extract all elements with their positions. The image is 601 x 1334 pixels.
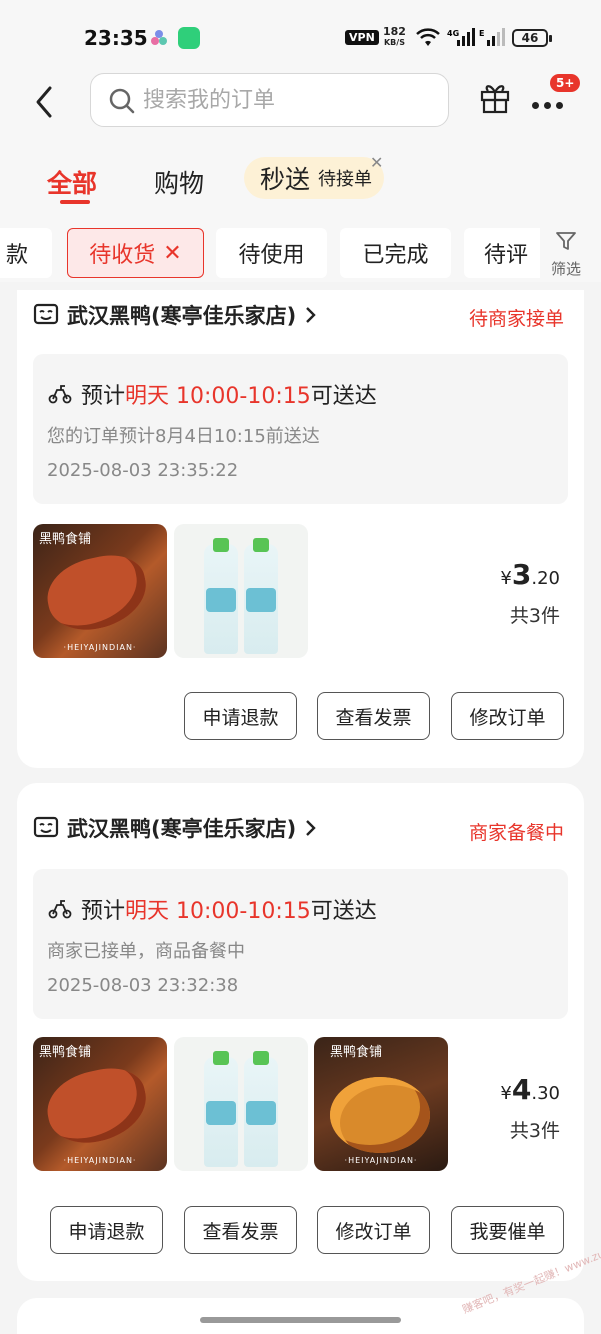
cellular-e-icon: E [479,28,505,46]
store-name: 武汉黑鸭(寒亭佳乐家店) [67,817,297,841]
gift-icon[interactable] [478,80,512,114]
network-speed-value: 182 [383,25,406,38]
invoice-button[interactable]: 查看发票 [184,1206,297,1254]
refund-button[interactable]: 申请退款 [184,692,297,740]
app-notification-icon-2 [178,27,200,49]
product-image-snack[interactable]: 黑鸭食铺 ·HEIYAJINDIAN· [314,1037,448,1171]
home-indicator[interactable] [200,1317,401,1323]
network-speed-unit: KB/S [383,38,405,47]
filter-chip-bar: 款 待收货 ✕ 待使用 已完成 待评 [0,228,540,280]
chevron-right-icon [306,820,316,836]
eta-time-range: 明天 10:00-10:15 [125,384,311,409]
product-image-water[interactable] [174,524,308,658]
notification-badge: 5+ [550,74,581,92]
order-card[interactable]: 武汉黑鸭(寒亭佳乐家店) 待商家接单 预计 明天 10:00-10:15 可送达… [17,290,584,768]
order-card[interactable]: 武汉黑鸭(寒亭佳乐家店) 商家备餐中 预计 明天 10:00-10:15 可送达… [17,783,584,1281]
order-status: 商家备餐中 [468,822,564,844]
store-icon [33,816,59,838]
delivery-eta-box: 预计 明天 10:00-10:15 可送达 您的订单预计8月4日10:15前送达… [33,354,568,504]
product-image-footer: ·HEIYAJINDIAN· [63,643,137,652]
filter-label: 筛选 [550,260,581,278]
tab-miaosong-label: 秒送 [260,165,311,194]
miaosong-close-icon[interactable]: ✕ [370,153,383,172]
tab-all[interactable]: 全部 [47,164,97,200]
price-amount: ¥3.20 [500,558,560,591]
chip-label: 待评 [484,243,529,268]
tab-miaosong-sub: 待接单 [318,169,373,190]
chip-to-use[interactable]: 待使用 [216,228,327,278]
eta-line: 预计 明天 10:00-10:15 可送达 [47,378,377,410]
product-image-brand: 黑鸭食铺 [39,1045,92,1060]
store-name: 武汉黑鸭(寒亭佳乐家店) [67,304,297,328]
eta-suffix: 可送达 [310,899,377,924]
chip-to-receive[interactable]: 待收货 ✕ [67,228,204,278]
battery-indicator: 46 [512,29,552,47]
chevron-right-icon [306,307,316,323]
tab-miaosong[interactable]: 秒送 待接单 [244,157,385,199]
filter-button[interactable]: 筛选 [546,230,586,279]
delivery-scooter-icon [48,385,72,404]
eta-prefix: 预计 [81,899,126,924]
modify-order-button[interactable]: 修改订单 [451,692,564,740]
refund-button[interactable]: 申请退款 [50,1206,163,1254]
header: 5+ 全部 购物 秒送 待接单 ✕ 款 待收货 ✕ 待使用 已完成 待评 筛选 [0,64,601,282]
store-link[interactable]: 武汉黑鸭(寒亭佳乐家店) [33,813,316,843]
item-count: 共3件 [509,605,560,627]
tab-all-underline [60,200,90,204]
chip-pending-payment[interactable]: 款 [0,228,52,278]
more-menu-button[interactable] [532,94,568,113]
chip-completed[interactable]: 已完成 [340,228,451,278]
vpn-indicator: VPN [345,30,379,45]
app-notification-icon [151,30,167,45]
chip-label: 待收货 [89,243,156,268]
back-arrow-icon[interactable] [32,84,58,120]
order-price: ¥3.20 共3件 [500,558,560,628]
order-time: 2025-08-03 23:32:38 [47,975,239,996]
product-image-duck[interactable]: 黑鸭食铺 ·HEIYAJINDIAN· [33,1037,167,1171]
search-icon [109,88,135,114]
cellular-4g-icon: 4G [447,28,475,46]
network-speed: 182 KB/S [383,25,406,48]
eta-note: 您的订单预计8月4日10:15前送达 [47,426,320,447]
search-input[interactable] [143,83,433,117]
eta-line: 预计 明天 10:00-10:15 可送达 [47,893,377,925]
chip-label: 待使用 [238,243,305,268]
urge-order-button[interactable]: 我要催单 [451,1206,564,1254]
chip-to-review[interactable]: 待评 [464,228,540,278]
delivery-scooter-icon [48,900,72,919]
delivery-eta-box: 预计 明天 10:00-10:15 可送达 商家已接单，商品备餐中 2025-0… [33,869,568,1019]
store-link[interactable]: 武汉黑鸭(寒亭佳乐家店) [33,300,316,330]
status-time: 23:35 [84,26,148,50]
order-price: ¥4.30 共3件 [500,1073,560,1143]
eta-suffix: 可送达 [310,384,377,409]
product-image-water[interactable] [174,1037,308,1171]
svg-text:4G: 4G [447,29,459,38]
chip-clear-icon[interactable]: ✕ [163,241,181,266]
modify-order-button[interactable]: 修改订单 [317,1206,430,1254]
product-image-brand: 黑鸭食铺 [39,532,92,547]
order-status: 待商家接单 [468,308,564,330]
chip-label: 款 [5,243,28,268]
store-icon [33,303,59,325]
product-image-brand: 黑鸭食铺 [330,1045,383,1060]
product-image-footer: ·HEIYAJINDIAN· [63,1156,137,1165]
wifi-icon [416,28,440,46]
search-box[interactable] [90,73,449,127]
tab-shopping[interactable]: 购物 [154,164,204,200]
order-time: 2025-08-03 23:35:22 [47,460,239,481]
invoice-button[interactable]: 查看发票 [317,692,430,740]
eta-note: 商家已接单，商品备餐中 [47,941,245,962]
price-amount: ¥4.30 [500,1073,560,1106]
filter-icon [556,232,576,250]
product-image-duck[interactable]: 黑鸭食铺 ·HEIYAJINDIAN· [33,524,167,658]
svg-text:E: E [479,29,484,38]
product-image-footer: ·HEIYAJINDIAN· [344,1156,418,1165]
eta-time-range: 明天 10:00-10:15 [125,899,311,924]
status-bar: 23:35 VPN 182 KB/S 4G E 46 [0,0,601,64]
item-count: 共3件 [509,1120,560,1142]
eta-prefix: 预计 [81,384,126,409]
chip-label: 已完成 [362,243,429,268]
